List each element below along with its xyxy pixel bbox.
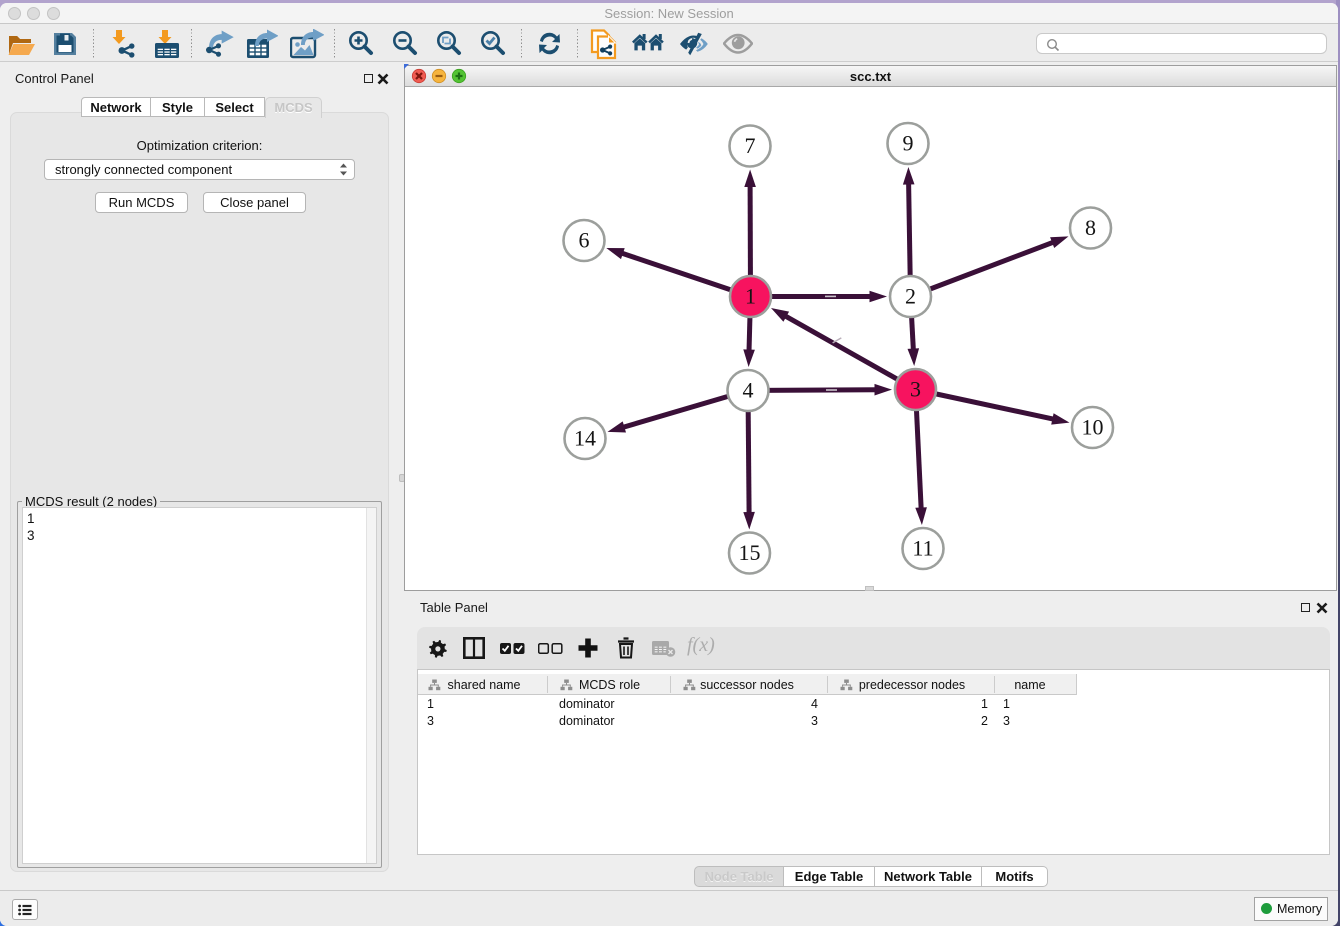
svg-text:7: 7 (745, 133, 756, 158)
svg-text:8: 8 (1085, 215, 1096, 240)
svg-text:1: 1 (745, 284, 756, 309)
svg-text:2: 2 (905, 284, 916, 309)
svg-text:15: 15 (739, 540, 761, 565)
svg-text:14: 14 (574, 426, 596, 451)
svg-text:3: 3 (910, 377, 921, 402)
svg-text:6: 6 (579, 228, 590, 253)
svg-text:4: 4 (743, 378, 754, 403)
svg-text:10: 10 (1082, 415, 1104, 440)
svg-text:9: 9 (903, 131, 914, 156)
svg-text:11: 11 (912, 536, 933, 561)
